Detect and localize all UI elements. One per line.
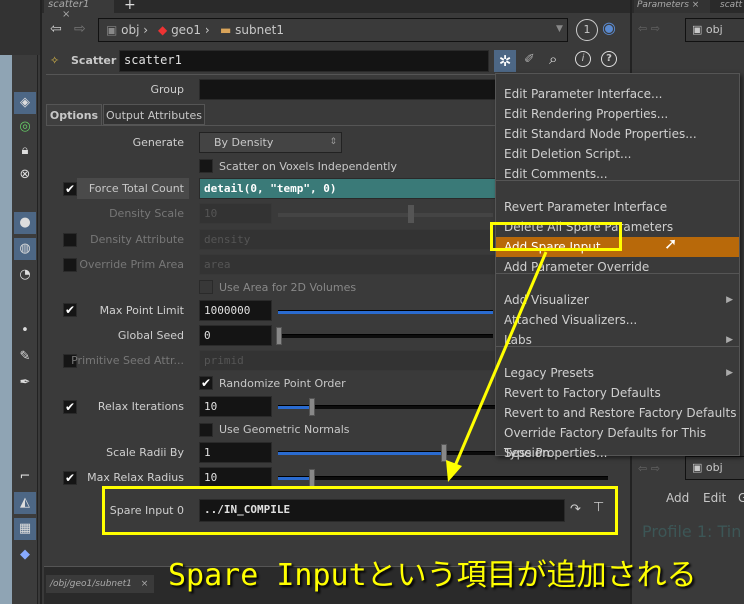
- annotation-caption: Spare Inputという項目が追加される: [168, 558, 697, 593]
- annotation-arrow: [446, 251, 548, 482]
